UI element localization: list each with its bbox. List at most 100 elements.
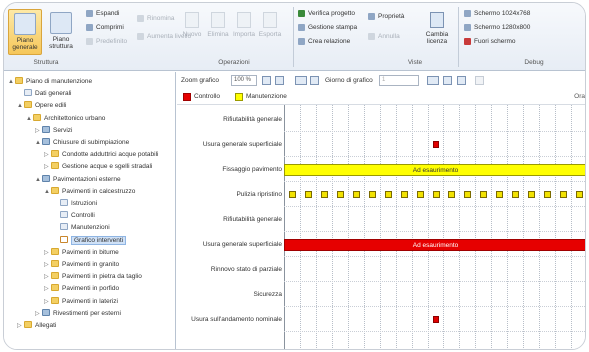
tree-item[interactable]: ▲ Pavimenti in calcestruzzo [44, 186, 136, 197]
row-divider [284, 306, 585, 307]
collapse-toggle-icon[interactable]: ▲ [17, 102, 24, 111]
maintenance-marker[interactable] [368, 191, 376, 198]
tree-item[interactable]: ▷ Rivestimenti per esterni [35, 308, 121, 319]
tree-item[interactable]: ▷ Condotte adduttrici acque potabili [44, 150, 158, 159]
zoom-in-icon[interactable] [262, 76, 271, 85]
doc-icon [24, 89, 32, 97]
tree-item[interactable]: ▷ Pavimenti in pietra da taglio [44, 272, 142, 281]
fuori-schermo-button[interactable]: Fuori schermo [464, 36, 516, 47]
tree-item[interactable]: Istruzioni [53, 199, 97, 208]
piano-struttura-button[interactable]: Piano struttura [44, 9, 78, 55]
tree-item[interactable]: Controlli [53, 211, 95, 220]
maintenance-marker[interactable] [384, 191, 392, 198]
chart-view-icon[interactable] [295, 76, 307, 85]
maintenance-marker[interactable] [304, 191, 312, 198]
tree-item[interactable]: ▷ Pavimenti in granito [44, 260, 119, 269]
expand-toggle-icon[interactable]: ▷ [44, 163, 51, 172]
piano-generale-button[interactable]: Piano generale [8, 9, 42, 55]
collapse-toggle-icon[interactable]: ▲ [44, 188, 51, 197]
proprieta-button[interactable]: Proprietà [368, 11, 404, 22]
expand-toggle-icon[interactable]: ▷ [17, 322, 24, 331]
annulla-button[interactable]: Annulla [368, 31, 400, 42]
maintenance-marker[interactable] [432, 191, 440, 198]
tree-item[interactable]: Manutenzioni [53, 223, 110, 232]
calendar-icon[interactable] [427, 76, 439, 85]
tree-item[interactable]: ▲ Pavimentazioni esterne [35, 174, 121, 185]
rinomina-button[interactable]: Rinomina [137, 13, 174, 24]
maintenance-marker[interactable] [352, 191, 360, 198]
crea-relazione-button[interactable]: Crea relazione [298, 36, 350, 47]
expand-toggle-icon[interactable]: ▷ [35, 127, 42, 136]
export-chart-icon[interactable] [443, 76, 452, 85]
grid-line [523, 105, 525, 349]
control-marker[interactable] [432, 141, 439, 148]
nuovo-button[interactable]: Nuovo [179, 9, 205, 51]
grid-line [363, 105, 365, 349]
esporta-button[interactable]: Esporta [257, 9, 283, 51]
tree-item[interactable]: ▷ Servizi [35, 125, 73, 136]
comprimi-button[interactable]: Comprimi [86, 22, 124, 33]
collapse-toggle-icon[interactable]: ▲ [26, 115, 33, 124]
expand-toggle-icon[interactable]: ▷ [44, 273, 51, 282]
espandi-button[interactable]: Espandi [86, 8, 120, 19]
control-bar[interactable]: Ad esaurimento [284, 239, 585, 251]
maintenance-marker[interactable] [512, 191, 520, 198]
maintenance-marker[interactable] [576, 191, 584, 198]
expand-toggle-icon[interactable]: ▷ [44, 249, 51, 258]
expand-toggle-icon[interactable]: ▷ [35, 310, 42, 319]
schermo-1024-button[interactable]: Schermo 1024x768 [464, 8, 530, 19]
project-tree[interactable]: ▲ Piano di manutenzione Dati generali ▲ Oper… [4, 72, 176, 349]
tree-item[interactable]: ▲ Opere edili [17, 101, 66, 110]
tree-item[interactable]: Grafico interventi [53, 235, 127, 245]
cambia-licenza-button[interactable]: Cambia licenza [422, 9, 452, 51]
predefinito-button[interactable]: Predefinito [86, 36, 127, 47]
expand-toggle-icon[interactable]: ▷ [44, 151, 51, 160]
tree-item[interactable]: ▷ Gestione acque e sgelli stradali [44, 162, 152, 171]
expand-toggle-icon[interactable]: ▷ [44, 261, 51, 270]
start-input[interactable]: 1 [379, 75, 419, 86]
zoom-select[interactable]: 100 % [231, 75, 257, 86]
grid-line [427, 105, 429, 349]
control-marker[interactable] [432, 316, 439, 323]
tree-item-label: Pavimenti in calcestruzzo [62, 187, 136, 195]
expand-toggle-icon[interactable]: ▷ [44, 285, 51, 294]
importa-button[interactable]: Importa [231, 9, 257, 51]
net-icon [42, 138, 50, 145]
tree-item[interactable]: ▲ Piano di manutenzione [8, 77, 92, 86]
tree-item[interactable]: ▷ Allegati [17, 321, 56, 330]
tree-item[interactable]: ▷ Pavimenti in bitume [44, 247, 119, 258]
maintenance-marker[interactable] [336, 191, 344, 198]
maintenance-marker[interactable] [480, 191, 488, 198]
maintenance-marker[interactable] [528, 191, 536, 198]
schermo-1280-button[interactable]: Schermo 1280x800 [464, 22, 530, 33]
maintenance-marker[interactable] [544, 191, 552, 198]
maintenance-marker[interactable] [400, 191, 408, 198]
maintenance-marker[interactable] [560, 191, 568, 198]
maintenance-marker[interactable] [416, 191, 424, 198]
collapse-toggle-icon[interactable]: ▲ [35, 176, 42, 185]
plan-icon [14, 13, 36, 35]
net-icon [42, 308, 50, 316]
collapse-toggle-icon[interactable]: ▲ [35, 139, 42, 148]
print-icon[interactable] [475, 76, 484, 85]
maintenance-marker[interactable] [320, 191, 328, 198]
elimina-button[interactable]: Elimina [205, 9, 231, 51]
gestione-stampa-button[interactable]: Gestione stampa [298, 22, 357, 33]
verifica-progetto-button[interactable]: Verifica progetto [298, 8, 355, 19]
collapse-toggle-icon[interactable]: ▲ [8, 78, 15, 87]
tree-item[interactable]: ▲ Chiusure di subimpiazione [35, 138, 129, 147]
refresh-icon[interactable] [457, 76, 466, 85]
new-icon [185, 12, 199, 28]
zoom-out-icon[interactable] [275, 76, 284, 85]
tree-item[interactable]: ▷ Pavimenti in laterizi [44, 296, 118, 307]
grid-view-icon[interactable] [310, 76, 319, 85]
maintenance-marker[interactable] [464, 191, 472, 198]
expand-toggle-icon[interactable]: ▷ [44, 298, 51, 307]
tree-item[interactable]: Dati generali [17, 89, 72, 98]
maintenance-marker[interactable] [448, 191, 456, 198]
tree-item[interactable]: ▷ Pavimenti in porfido [44, 284, 119, 293]
tree-item[interactable]: ▲ Architettonico urbano [26, 113, 105, 124]
maintenance-bar[interactable]: Ad esaurimento [284, 164, 585, 176]
maintenance-marker[interactable] [289, 191, 296, 198]
maintenance-marker[interactable] [496, 191, 504, 198]
